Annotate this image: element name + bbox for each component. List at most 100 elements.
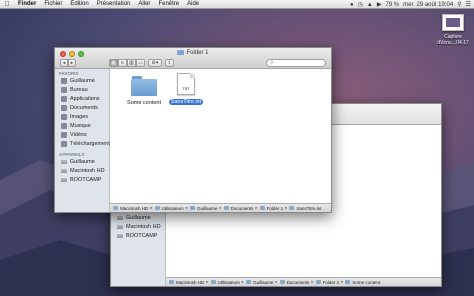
folder-icon — [279, 280, 285, 284]
file-name-selected[interactable]: SansTitre.txt — [168, 99, 204, 105]
sidebar-item-bureau[interactable]: Bureau — [55, 85, 109, 94]
sidebar: FAVORIS Guillaume Bureau Applications Do… — [55, 69, 113, 212]
music-icon — [61, 122, 67, 129]
menu-aller[interactable]: Aller — [134, 1, 154, 7]
apple-menu-icon[interactable]:  — [0, 1, 14, 8]
menu-edition[interactable]: Édition — [66, 1, 92, 7]
path-separator-icon: ▸ — [275, 279, 278, 284]
home-icon — [190, 206, 196, 210]
forward-arrow-icon[interactable]: ▸ — [68, 59, 76, 67]
view-mode-buttons: ▦ ≡ ▥ ▭ — [109, 59, 145, 67]
path-item[interactable]: Guillaume — [253, 280, 273, 285]
file-type-badge: TXT — [182, 87, 190, 91]
path-item[interactable]: Folder 2 — [323, 280, 340, 285]
text-file-icon: TXT — [177, 73, 195, 95]
folder-icon — [315, 280, 321, 284]
file-item-folder[interactable]: Some content — [118, 76, 170, 106]
folder-icon — [223, 206, 229, 210]
path-item[interactable]: Some content — [352, 280, 380, 285]
folder-icon — [259, 206, 265, 210]
window-title: Folder 1 — [55, 50, 331, 56]
menu-finder[interactable]: Finder — [14, 1, 40, 7]
sidebar-item-videos[interactable]: Vidéos — [55, 130, 109, 139]
clock[interactable]: mer. 29 août 19:04 — [403, 2, 453, 8]
path-separator-icon: ▸ — [150, 205, 153, 210]
sidebar-item-musique[interactable]: Musique — [55, 121, 109, 130]
menu-bar:  Finder Fichier Édition Présentation Al… — [0, 0, 474, 9]
menu-presentation[interactable]: Présentation — [93, 1, 135, 7]
disk-icon — [117, 224, 123, 229]
folder-icon — [154, 206, 160, 210]
disk-icon — [113, 206, 118, 210]
applications-icon — [61, 95, 67, 102]
column-view-icon[interactable]: ▥ — [127, 59, 136, 67]
sidebar-device-macintosh-hd[interactable]: Macintosh HD — [55, 166, 109, 175]
folder-icon — [210, 280, 216, 284]
search-field[interactable]: ⚲ — [266, 59, 326, 67]
menu-extras: ● ◷ ▲ ▶ 79 % mer. 29 août 19:04 ⚲ ☰ — [350, 0, 471, 9]
search-icon: ⚲ — [270, 60, 274, 66]
path-separator-icon: ▸ — [285, 205, 288, 210]
disk-icon — [117, 233, 123, 238]
back-path-bar: Macintosh HD ▸ Utilisateurs ▸ Guillaume … — [166, 277, 441, 286]
time-machine-icon[interactable]: ◷ — [358, 1, 363, 8]
film-icon — [61, 131, 67, 138]
action-gear-icon[interactable]: ⚙▾ — [148, 59, 162, 67]
bluetooth-icon[interactable]: ● — [350, 2, 354, 8]
sidebar-device-guillaume[interactable]: Guillaume — [55, 157, 109, 166]
volume-icon[interactable]: ▶ — [377, 1, 382, 8]
spotlight-icon[interactable]: ⚲ — [457, 1, 461, 8]
disk-icon — [61, 177, 67, 182]
back-sidebar-device-guillaume[interactable]: Guillaume — [111, 213, 165, 222]
folder-icon — [345, 280, 351, 284]
notification-center-icon[interactable]: ☰ — [466, 1, 471, 8]
back-arrow-icon[interactable]: ◂ — [60, 59, 68, 67]
documents-icon — [61, 104, 67, 111]
sidebar-device-bootcamp[interactable]: BOOTCAMP — [55, 175, 109, 184]
path-item[interactable]: Documents — [287, 280, 310, 285]
path-separator-icon: ▸ — [255, 205, 258, 210]
path-separator-icon: ▸ — [185, 205, 189, 210]
disk-icon — [169, 280, 174, 284]
sidebar-item-images[interactable]: Images — [55, 112, 109, 121]
desktop-screenshot-file[interactable]: Capture d'écra....04.17 — [433, 14, 473, 46]
desktop-icon — [61, 86, 67, 93]
cover-flow-icon[interactable]: ▭ — [136, 59, 145, 67]
path-item[interactable]: Documents — [231, 206, 254, 211]
front-window-titlebar[interactable]: Folder 1 ◂ ▸ ▦ ≡ ▥ ▭ ⚙▾ ⇪ ⚲ — [55, 48, 331, 69]
sidebar-item-telechargements[interactable]: Téléchargements — [55, 139, 113, 148]
menu-aide[interactable]: Aide — [183, 1, 203, 7]
sidebar-devices-header: APPAREILS — [59, 152, 85, 157]
folder-icon — [177, 50, 185, 55]
finder-window-front[interactable]: Folder 1 ◂ ▸ ▦ ≡ ▥ ▭ ⚙▾ ⇪ ⚲ FAVORIS Guil… — [54, 47, 332, 213]
back-sidebar-device-bootcamp[interactable]: BOOTCAMP — [111, 231, 165, 240]
sidebar-item-applications[interactable]: Applications — [55, 94, 109, 103]
home-icon — [246, 280, 252, 284]
path-separator-icon: ▸ — [241, 279, 245, 284]
sidebar-item-guillaume[interactable]: Guillaume — [55, 76, 109, 85]
path-item[interactable]: Utilisateurs — [218, 280, 240, 285]
text-file-icon — [289, 206, 295, 210]
list-view-icon[interactable]: ≡ — [118, 59, 127, 67]
path-item[interactable]: Macintosh HD — [176, 280, 204, 285]
wifi-icon[interactable]: ▲ — [367, 2, 373, 8]
menu-fenetre[interactable]: Fenêtre — [154, 1, 183, 7]
home-icon — [61, 77, 67, 84]
path-item[interactable]: Guillaume — [197, 206, 217, 211]
battery-status[interactable]: 79 % — [385, 2, 399, 8]
menu-fichier[interactable]: Fichier — [40, 1, 66, 7]
share-icon[interactable]: ⇪ — [165, 59, 174, 67]
file-name: Some content — [127, 100, 161, 106]
file-item-txt[interactable]: TXT SansTitre.txt — [164, 73, 208, 105]
sidebar-item-documents[interactable]: Documents — [55, 103, 109, 112]
icon-view-icon[interactable]: ▦ — [109, 59, 118, 67]
path-item[interactable]: Folder 1 — [267, 206, 284, 211]
back-sidebar-device-macintosh-hd[interactable]: Macintosh HD — [111, 222, 165, 231]
path-item[interactable]: Macintosh HD — [120, 206, 148, 211]
disk-icon — [61, 159, 67, 164]
path-item[interactable]: SansTitre.txt — [296, 206, 321, 211]
path-item[interactable]: Utilisateurs — [162, 206, 184, 211]
disk-icon — [117, 215, 123, 220]
content-area[interactable]: Some content TXT SansTitre.txt — [110, 69, 331, 203]
path-separator-icon: ▸ — [311, 279, 314, 284]
